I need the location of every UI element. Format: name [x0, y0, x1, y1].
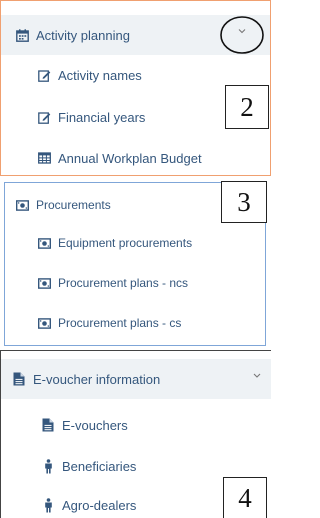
- calendar-icon: [15, 28, 29, 42]
- edit-icon: [37, 68, 51, 82]
- procurement-plans-cs-item[interactable]: Procurement plans - cs: [5, 309, 265, 337]
- edit-icon: [37, 110, 51, 124]
- procurement-plans-ncs-item[interactable]: Procurement plans - ncs: [5, 269, 265, 297]
- activity-planning-panel: Activity planning Activity names Financi…: [0, 0, 271, 176]
- procurements-panel: Procurements Equipment procurements Proc…: [4, 181, 267, 346]
- person-icon: [41, 497, 55, 512]
- money-icon: [37, 316, 51, 330]
- annotation-number-3: 3: [221, 181, 267, 223]
- evoucher-title: E-voucher information: [33, 371, 161, 387]
- money-icon: [37, 236, 51, 250]
- beneficiaries-label: Beneficiaries: [62, 458, 137, 474]
- evouchers-label: E-vouchers: [62, 417, 128, 433]
- equipment-procurements-label: Equipment procurements: [58, 236, 193, 250]
- document-icon: [41, 418, 55, 432]
- annual-workplan-budget-label: Annual Workplan Budget: [58, 150, 202, 166]
- evouchers-item[interactable]: E-vouchers: [1, 410, 271, 440]
- procurements-title: Procurements: [36, 198, 111, 212]
- document-icon: [12, 372, 26, 386]
- money-icon: [37, 276, 51, 290]
- procurement-plans-cs-label: Procurement plans - cs: [58, 316, 182, 330]
- chevron-down-icon[interactable]: [251, 371, 263, 381]
- procurement-plans-ncs-label: Procurement plans - ncs: [58, 276, 189, 290]
- agro-dealers-label: Agro-dealers: [62, 497, 137, 513]
- activity-planning-title: Activity planning: [36, 27, 130, 43]
- activity-names-label: Activity names: [58, 67, 142, 83]
- chevron-down-icon[interactable]: [219, 15, 265, 55]
- equipment-procurements-item[interactable]: Equipment procurements: [5, 229, 265, 257]
- table-icon: [37, 151, 51, 165]
- evoucher-panel: E-voucher information E-vouchers Benefic…: [0, 350, 271, 518]
- money-icon: [15, 198, 29, 212]
- evoucher-header[interactable]: E-voucher information: [1, 359, 271, 399]
- financial-years-label: Financial years: [58, 109, 146, 125]
- annotation-number-4: 4: [223, 477, 267, 518]
- person-icon: [41, 458, 55, 473]
- annotation-number-2: 2: [225, 85, 269, 129]
- annual-workplan-budget-item[interactable]: Annual Workplan Budget: [1, 142, 270, 174]
